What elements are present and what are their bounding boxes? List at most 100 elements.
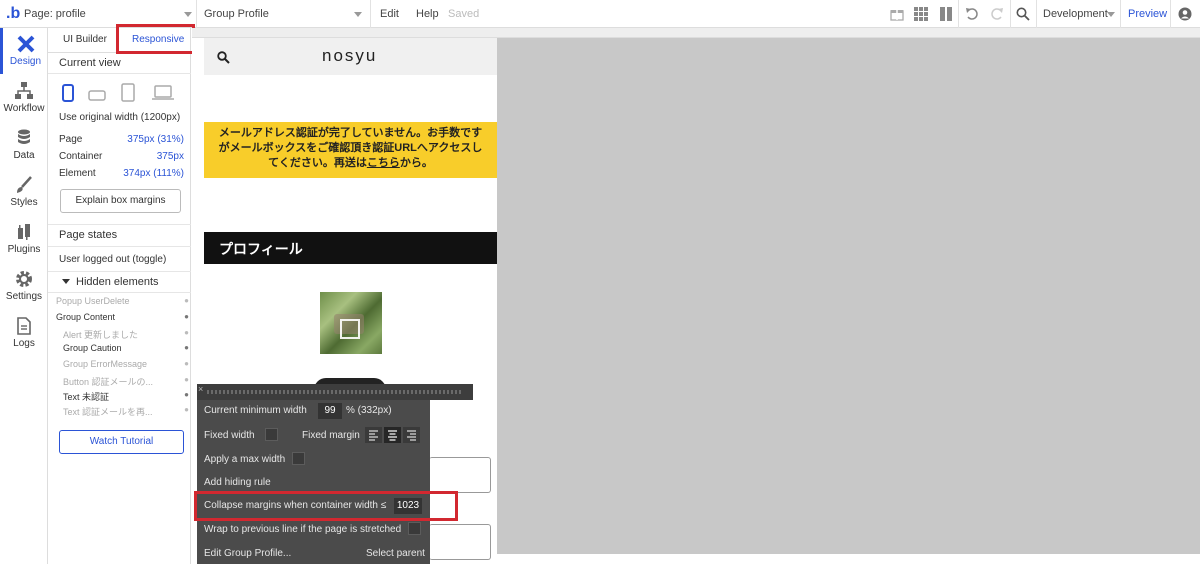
input-field[interactable] [429, 457, 491, 493]
rail-logs[interactable]: Logs [0, 310, 48, 356]
rail-label: Design [9, 56, 42, 67]
eye-icon[interactable]: ● [184, 390, 189, 399]
hidden-element-item[interactable]: Text 認証メールを再... [63, 405, 153, 418]
canvas-ruler [192, 28, 1200, 38]
element-width-label: Element [59, 168, 96, 179]
close-icon[interactable]: × [198, 384, 203, 394]
apply-max-width-checkbox[interactable] [292, 452, 305, 465]
eye-icon[interactable]: ● [184, 359, 189, 368]
page-state-user-logged-out[interactable]: User logged out (toggle) [59, 254, 166, 265]
phone-landscape-view-icon[interactable] [88, 90, 106, 104]
rail-label: Plugins [7, 244, 41, 255]
design-icon [16, 34, 36, 54]
hidden-element-item[interactable]: Button 認証メールの... [63, 375, 153, 388]
responsive-tab-highlight [116, 24, 195, 54]
environment-selector[interactable]: Development [1043, 0, 1115, 28]
min-width-input[interactable]: 99 [318, 403, 342, 419]
select-parent-link[interactable]: Select parent [366, 548, 425, 559]
gift-icon[interactable] [890, 7, 904, 21]
columns-icon[interactable] [939, 7, 953, 21]
profile-header: プロフィール [204, 232, 497, 264]
laptop-view-icon[interactable] [152, 85, 174, 104]
tablet-view-icon[interactable] [121, 83, 135, 105]
element-selector[interactable]: Group Profile [204, 0, 364, 28]
container-width-label: Container [59, 151, 103, 162]
rail-label: Settings [5, 291, 43, 302]
undo-icon[interactable] [965, 7, 979, 21]
site-logo[interactable]: nosyu [322, 46, 377, 66]
explain-box-margins-button[interactable]: Explain box margins [60, 189, 181, 213]
document-icon [14, 316, 34, 336]
eye-icon[interactable]: ● [184, 296, 189, 305]
align-left-icon[interactable] [365, 427, 382, 443]
element-width-value: 374px (111%) [123, 168, 184, 179]
hidden-elements-toggle[interactable]: Hidden elements [48, 272, 191, 292]
hidden-element-item[interactable]: Group ErrorMessage [63, 359, 147, 369]
hidden-element-item[interactable]: Text 未認証 [63, 390, 109, 403]
database-icon [14, 128, 34, 148]
eye-icon[interactable]: ● [184, 343, 189, 352]
preview-link[interactable]: Preview [1128, 0, 1167, 28]
image-placeholder-icon [340, 319, 360, 339]
popup-title-bar[interactable]: × [197, 384, 473, 400]
chevron-down-icon [1107, 12, 1115, 17]
hidden-elements-heading: Hidden elements [76, 276, 159, 288]
apply-max-width-label: Apply a max width [204, 454, 286, 465]
plug-icon [14, 222, 34, 242]
tab-ui-builder[interactable]: UI Builder [63, 34, 107, 45]
rail-design[interactable]: Design [0, 28, 48, 74]
add-hiding-rule-link[interactable]: Add hiding rule [204, 477, 271, 488]
profile-heading: プロフィール [219, 241, 303, 257]
resend-link[interactable]: こちら [367, 157, 400, 169]
hidden-element-item[interactable]: Group Caution [63, 343, 122, 353]
chevron-down-icon [184, 12, 192, 17]
input-field[interactable] [429, 524, 491, 560]
bubble-logo[interactable]: .b [6, 5, 20, 23]
rail-label: Data [13, 150, 35, 161]
fixed-width-checkbox[interactable] [265, 428, 278, 441]
gear-icon [14, 269, 34, 289]
align-center-icon[interactable] [384, 427, 401, 443]
responsive-settings-popup: Current minimum width 99 % (332px) Fixed… [197, 400, 430, 564]
use-original-width-link[interactable]: Use original width (1200px) [59, 112, 180, 123]
workflow-icon [14, 81, 34, 101]
account-icon[interactable] [1178, 7, 1192, 21]
eye-icon[interactable]: ● [184, 312, 189, 321]
responsive-panel: UI Builder Responsive Current view Use o… [48, 28, 191, 564]
menu-edit[interactable]: Edit [380, 0, 399, 28]
fixed-margin-label: Fixed margin [302, 430, 360, 441]
rail-workflow[interactable]: Workflow [0, 75, 48, 121]
rail-styles[interactable]: Styles [0, 169, 48, 215]
container-width-value: 375px [156, 151, 184, 162]
rail-plugins[interactable]: Plugins [0, 216, 48, 262]
phone-view-icon[interactable] [62, 84, 74, 105]
rail-data[interactable]: Data [0, 122, 48, 168]
menu-help[interactable]: Help [416, 0, 439, 28]
fixed-width-label: Fixed width [204, 430, 255, 441]
page-states-heading: Page states [59, 229, 118, 241]
redo-icon[interactable] [990, 7, 1004, 21]
eye-icon[interactable]: ● [184, 405, 189, 414]
verification-notice: メールアドレス認証が完了していません。お手数です がメールボックスをご確認頂き認… [204, 122, 497, 178]
header-bar: nosyu [204, 38, 497, 75]
search-icon[interactable] [1016, 7, 1030, 21]
notice-line-1: メールアドレス認証が完了していません。お手数です [218, 127, 483, 139]
hidden-element-item[interactable]: Popup UserDelete [56, 296, 130, 306]
eye-icon[interactable]: ● [184, 375, 189, 384]
hidden-element-item[interactable]: Alert 更新しました [63, 328, 138, 341]
wrap-previous-line-checkbox[interactable] [408, 522, 421, 535]
min-width-suffix: % (332px) [346, 405, 392, 416]
left-rail: Design Workflow Data Styles Plugins Sett… [0, 28, 48, 564]
align-right-icon[interactable] [403, 427, 420, 443]
grid-icon[interactable] [914, 7, 928, 21]
search-icon[interactable] [217, 51, 230, 67]
eye-icon[interactable]: ● [184, 328, 189, 337]
rail-settings[interactable]: Settings [0, 263, 48, 309]
page-width-label: Page [59, 134, 83, 145]
hidden-element-item[interactable]: Group Content [56, 312, 115, 322]
profile-image[interactable] [320, 292, 382, 354]
edit-group-profile-link[interactable]: Edit Group Profile... [204, 548, 291, 559]
rail-label: Logs [13, 338, 35, 349]
caret-down-icon [62, 279, 70, 284]
watch-tutorial-button[interactable]: Watch Tutorial [59, 430, 184, 454]
